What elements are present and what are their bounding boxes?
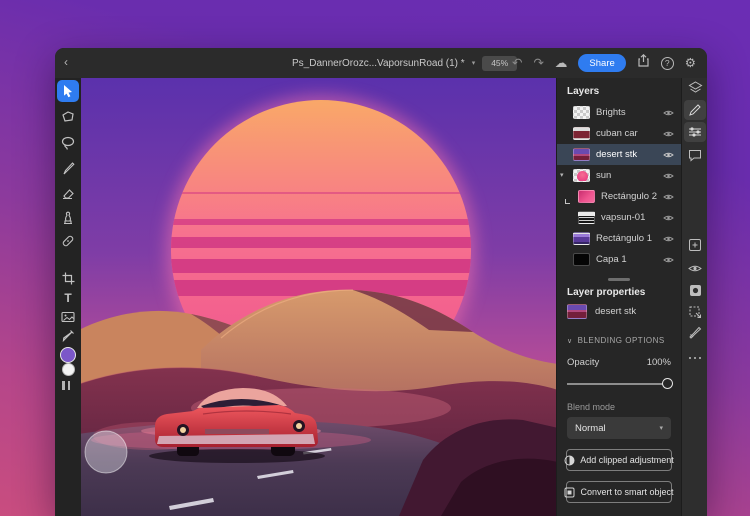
layer-row-vapsun-01[interactable]: vapsun-01 [557, 207, 681, 228]
document-title-group[interactable]: Ps_DannerOrozc...VaporsunRoad (1) * ▾ 45… [292, 48, 517, 78]
type-tool-glyph: T [64, 291, 71, 305]
visibility-eye-icon[interactable] [663, 235, 674, 243]
title-caret-icon[interactable]: ▾ [472, 59, 476, 67]
layer-thumbnail [578, 211, 595, 224]
layer-thumbnail [573, 169, 590, 182]
adjustments-panel-icon[interactable] [684, 122, 706, 142]
visibility-eye-icon[interactable] [663, 256, 674, 264]
layer-properties-header: Layer properties [567, 287, 681, 298]
opacity-slider[interactable] [567, 378, 669, 390]
layer-row-brights[interactable]: Brights [557, 102, 681, 123]
visibility-eye-icon[interactable] [663, 214, 674, 222]
comments-panel-icon[interactable] [684, 145, 706, 165]
smart-object-icon [564, 487, 575, 498]
blend-mode-select[interactable]: Normal ▾ [567, 417, 671, 439]
tools-sidebar: T [55, 78, 81, 516]
document-title: Ps_DannerOrozc...VaporsunRoad (1) * [292, 58, 465, 69]
layer-thumbnail [573, 127, 590, 140]
lasso-tool[interactable] [57, 132, 79, 154]
redo-icon[interactable]: ↷ [533, 57, 543, 70]
transform-icon[interactable] [684, 302, 706, 322]
topbar-actions: ↶ ↷ ☁ Share ? ⚙ [512, 48, 696, 78]
visibility-eye-icon[interactable] [663, 172, 674, 180]
opacity-value: 100% [647, 357, 671, 368]
layer-row-rectangulo-1[interactable]: Rectángulo 1 [557, 228, 681, 249]
layers-panel-icon[interactable] [684, 78, 706, 98]
crop-tool[interactable] [57, 267, 79, 289]
toolbar-toggle-icon[interactable] [62, 381, 70, 390]
cloud-sync-icon[interactable]: ☁ [555, 57, 568, 70]
export-icon[interactable] [637, 54, 650, 72]
touch-cursor [85, 431, 127, 473]
layers-header: Layers [567, 86, 681, 97]
move-tool[interactable] [57, 80, 79, 102]
layer-row-rectangulo-2[interactable]: Rectángulo 2 [557, 186, 681, 207]
properties-layer-summary: desert stk [567, 304, 671, 319]
clone-stamp-tool[interactable] [57, 207, 79, 229]
layers-panel: Layers Brights cuban car desert stk ▾ su… [556, 78, 681, 516]
clipping-mask-icon [565, 199, 570, 204]
layer-row-desert-stk[interactable]: desert stk [557, 144, 681, 165]
visibility-eye-icon[interactable] [663, 193, 674, 201]
blend-mode-label: Blend mode [567, 402, 671, 412]
right-rail [681, 78, 707, 516]
expander-icon[interactable]: ▾ [560, 171, 564, 179]
convert-to-smart-object-button[interactable]: Convert to smart object [566, 481, 672, 503]
add-clipped-adjustment-button[interactable]: Add clipped adjustment [566, 449, 672, 471]
eyedropper-tool[interactable] [57, 324, 79, 346]
settings-gear-icon[interactable]: ⚙ [685, 57, 696, 70]
layer-row-capa-1[interactable]: Capa 1 [557, 249, 681, 270]
layer-thumbnail [573, 148, 590, 161]
layer-thumbnail [573, 232, 590, 245]
blending-options-toggle[interactable]: ∨ BLENDING OPTIONS [567, 336, 671, 345]
desktop-background: ‹ Ps_DannerOrozc...VaporsunRoad (1) * ▾ … [0, 0, 750, 516]
layer-thumbnail [573, 253, 590, 266]
chevron-down-icon: ∨ [567, 337, 573, 345]
undo-icon[interactable]: ↶ [512, 57, 522, 70]
top-bar: ‹ Ps_DannerOrozc...VaporsunRoad (1) * ▾ … [55, 48, 707, 78]
add-layer-icon[interactable] [684, 235, 706, 255]
opacity-label: Opacity [567, 357, 599, 368]
select-tool[interactable] [57, 106, 79, 128]
eraser-tool[interactable] [57, 182, 79, 204]
chevron-down-icon: ▾ [659, 424, 663, 432]
background-color-swatch[interactable] [62, 363, 75, 376]
adjustment-icon [564, 455, 575, 466]
visibility-icon[interactable] [684, 258, 706, 278]
layer-thumbnail [578, 190, 595, 203]
photoshop-window: ‹ Ps_DannerOrozc...VaporsunRoad (1) * ▾ … [55, 48, 707, 516]
brush-tool[interactable] [57, 157, 79, 179]
canvas-artwork[interactable] [81, 78, 556, 516]
visibility-eye-icon[interactable] [663, 151, 674, 159]
back-chevron-icon[interactable]: ‹ [64, 55, 68, 69]
healing-brush-tool[interactable] [57, 230, 79, 252]
more-options-icon[interactable] [684, 348, 706, 368]
visibility-eye-icon[interactable] [663, 109, 674, 117]
layer-thumbnail [573, 106, 590, 119]
opacity-slider-knob[interactable] [662, 378, 673, 389]
layer-row-sun[interactable]: ▾ sun [557, 165, 681, 186]
share-button[interactable]: Share [578, 54, 625, 72]
layer-row-cuban-car[interactable]: cuban car [557, 123, 681, 144]
foreground-color-swatch[interactable] [60, 347, 76, 363]
panel-resize-handle[interactable] [608, 278, 630, 281]
properties-panel-icon[interactable] [684, 100, 706, 120]
layer-thumbnail [567, 304, 587, 319]
help-icon[interactable]: ? [661, 57, 674, 70]
visibility-eye-icon[interactable] [663, 130, 674, 138]
clean-brush-icon[interactable] [684, 322, 706, 342]
layer-mask-icon[interactable] [684, 280, 706, 300]
